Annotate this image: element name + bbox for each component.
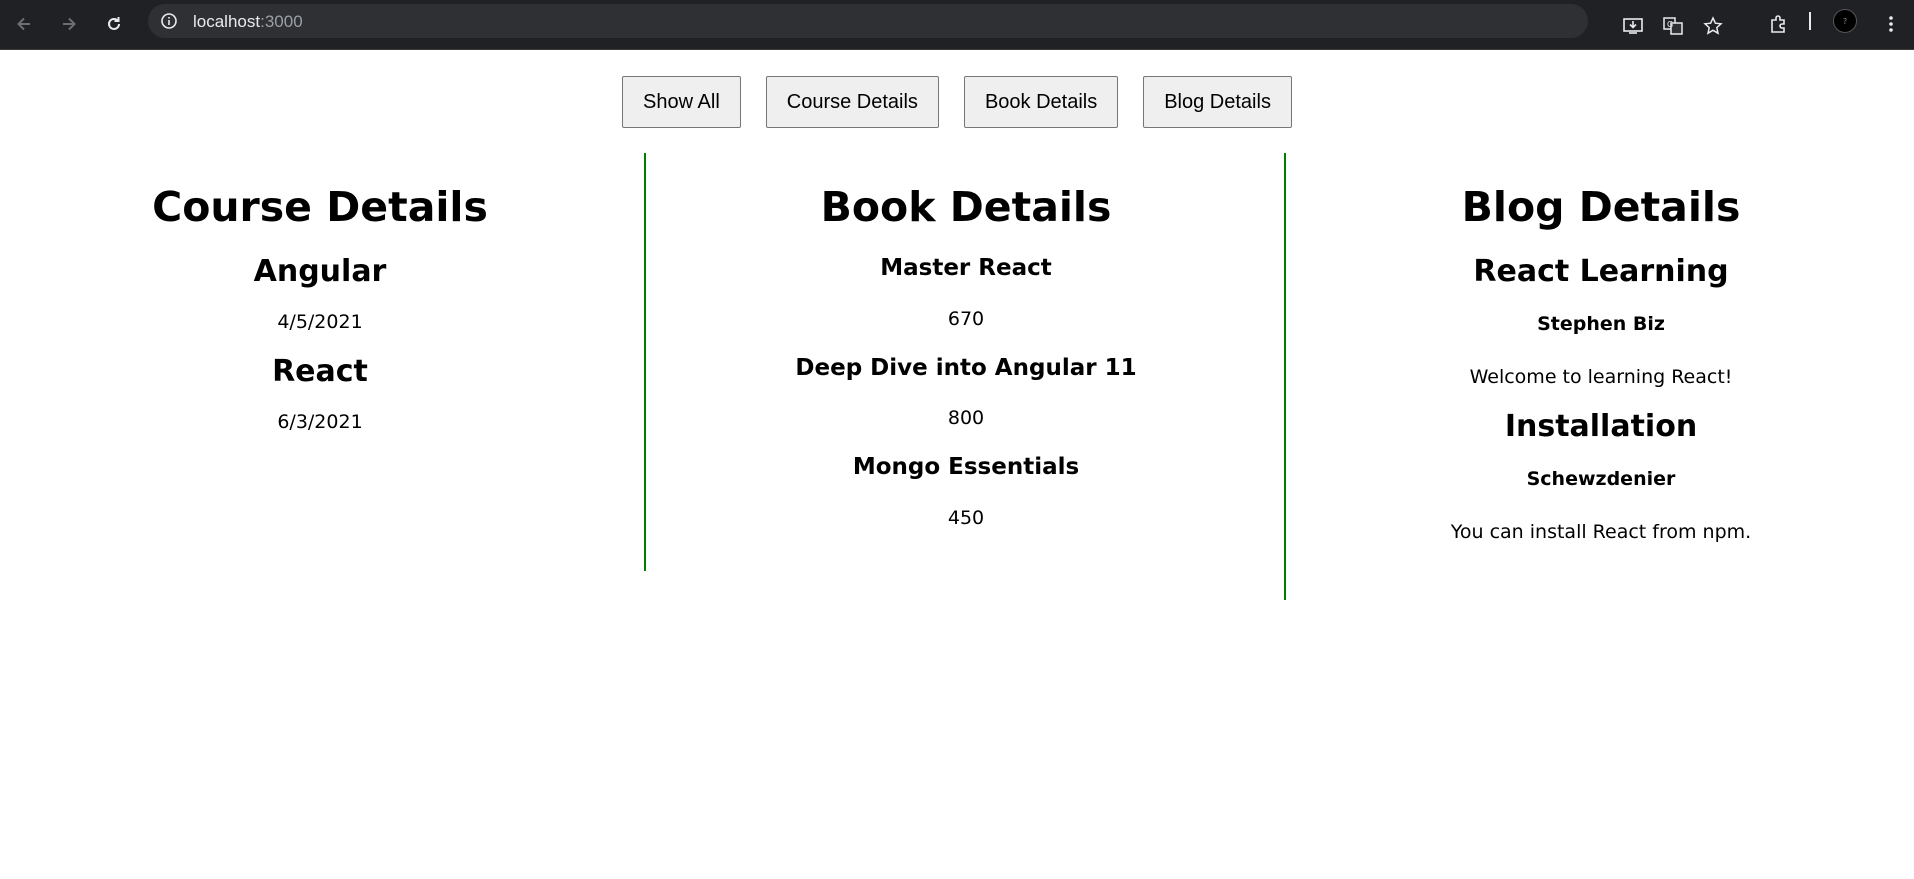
course-details-button[interactable]: Course Details — [765, 76, 939, 128]
extensions-icon[interactable] — [1763, 9, 1793, 39]
blog-section-title: Blog Details — [1461, 183, 1741, 231]
browser-toolbar: localhost:3000 G ? — [0, 0, 1914, 50]
course-name: React — [272, 353, 368, 389]
book-price: 670 — [947, 307, 985, 330]
site-info-icon[interactable] — [156, 8, 182, 34]
url-port: :3000 — [260, 12, 303, 31]
blog-post-content: You can install React from npm. — [1450, 520, 1752, 543]
forward-icon[interactable] — [54, 9, 84, 39]
back-icon[interactable] — [9, 9, 39, 39]
menu-kebab-icon[interactable] — [1876, 9, 1906, 39]
blog-details-section: Blog Details React Learning Stephen Biz … — [1284, 153, 1914, 600]
book-section-title: Book Details — [820, 183, 1112, 231]
blog-post-title: Installation — [1504, 408, 1698, 444]
book-details-section: Book Details Master React 670 Deep Dive … — [644, 153, 1286, 571]
install-app-icon[interactable] — [1620, 13, 1646, 39]
address-bar[interactable]: localhost:3000 G — [148, 4, 1723, 38]
course-details-section: Course Details Angular 4/5/2021 React 6/… — [0, 153, 640, 434]
url-host: localhost — [193, 12, 261, 31]
blog-post-title: React Learning — [1473, 254, 1729, 290]
book-price: 800 — [947, 407, 985, 430]
blog-post-author: Stephen Biz — [1537, 313, 1665, 336]
svg-text:G: G — [1667, 20, 1673, 29]
blog-details-button[interactable]: Blog Details — [1143, 76, 1292, 128]
bookmark-star-icon[interactable] — [1700, 13, 1726, 39]
book-details-button[interactable]: Book Details — [963, 76, 1119, 128]
url-text: localhost:3000 — [193, 12, 303, 32]
course-date: 6/3/2021 — [277, 410, 363, 433]
book-name: Mongo Essentials — [852, 453, 1080, 480]
book-name: Deep Dive into Angular 11 — [795, 354, 1137, 381]
book-price: 450 — [947, 506, 985, 529]
course-section-title: Course Details — [152, 183, 488, 231]
show-all-button[interactable]: Show All — [622, 76, 741, 128]
reload-icon[interactable] — [99, 9, 129, 39]
course-date: 4/5/2021 — [277, 311, 363, 334]
filter-button-row: Show All Course Details Book Details Blo… — [0, 76, 1914, 128]
toolbar-divider — [1809, 12, 1811, 30]
profile-avatar[interactable]: ? — [1833, 9, 1857, 33]
book-name: Master React — [880, 255, 1052, 282]
blog-post-author: Schewzdenier — [1526, 467, 1676, 490]
translate-icon[interactable]: G — [1660, 13, 1686, 39]
course-name: Angular — [253, 254, 387, 290]
blog-post-content: Welcome to learning React! — [1469, 365, 1733, 388]
